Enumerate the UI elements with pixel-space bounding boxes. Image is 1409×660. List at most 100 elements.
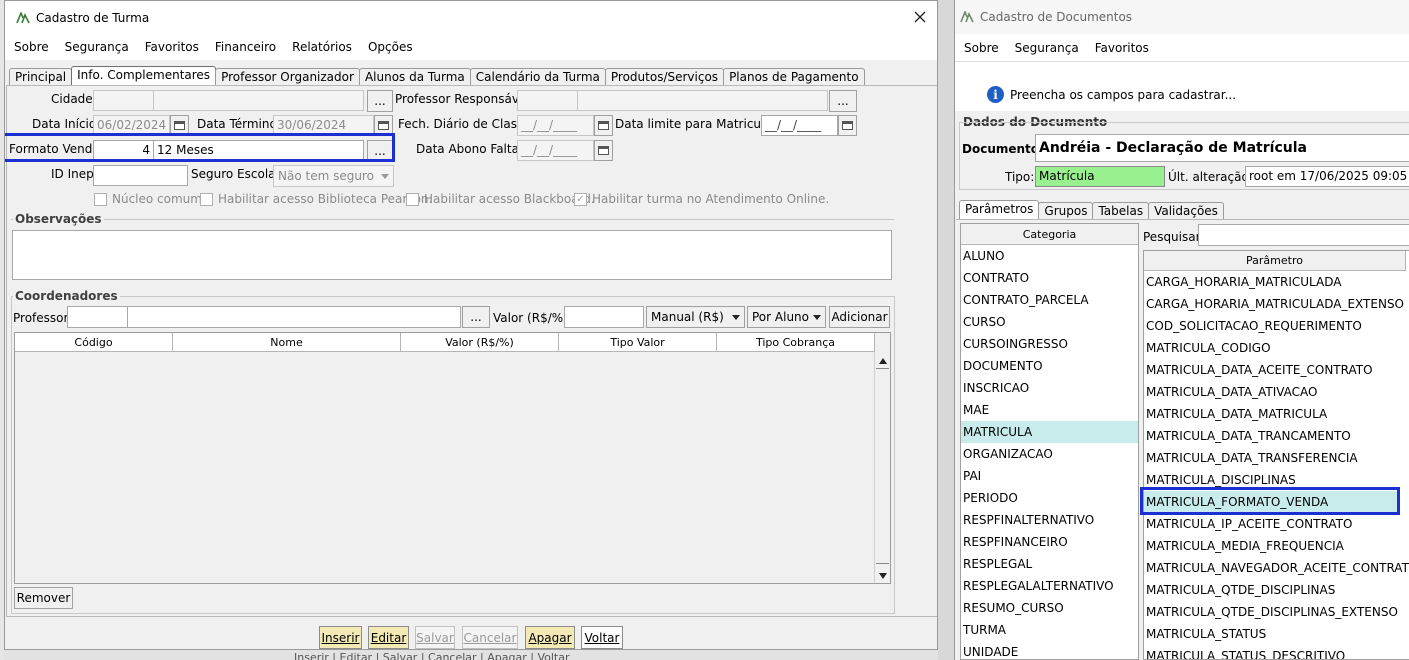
- list-item[interactable]: CURSO: [961, 311, 1138, 333]
- list-item[interactable]: ALUNO: [961, 245, 1138, 267]
- list-item[interactable]: MATRICULA_MEDIA_FREQUENCIA: [1144, 535, 1409, 557]
- list-item[interactable]: PAI: [961, 465, 1138, 487]
- cidade-lookup-button[interactable]: ...: [367, 90, 393, 112]
- editar-button[interactable]: Editar: [368, 626, 409, 649]
- salvar-button[interactable]: Salvar: [415, 626, 455, 649]
- list-item[interactable]: RESPLEGAL: [961, 553, 1138, 575]
- column-header-codigo[interactable]: Código: [15, 333, 173, 352]
- menu-opcoes[interactable]: Opções: [368, 40, 413, 54]
- menu-favoritos[interactable]: Favoritos: [145, 40, 199, 54]
- tab-parametros[interactable]: Parâmetros: [959, 200, 1040, 219]
- list-item[interactable]: MATRICULA_DATA_TRANSFERENCIA: [1144, 447, 1409, 469]
- blackboard-checkbox[interactable]: Habilitar acesso Blackboard.: [406, 192, 595, 206]
- professor-responsavel-name-field[interactable]: [577, 90, 828, 111]
- professor-responsavel-lookup-button[interactable]: ...: [829, 90, 857, 112]
- list-item[interactable]: RESPFINALTERNATIVO: [961, 509, 1138, 531]
- list-item[interactable]: MATRICULA_DATA_ATIVACAO: [1144, 381, 1409, 403]
- list-item[interactable]: RESPFINANCEIRO: [961, 531, 1138, 553]
- vertical-scrollbar[interactable]: [874, 352, 890, 583]
- coordenador-professor-code-field[interactable]: [67, 306, 128, 328]
- observacoes-textarea[interactable]: [12, 230, 892, 280]
- tab-professor-organizador[interactable]: Professor Organizador: [215, 68, 360, 85]
- column-header-tipo-valor[interactable]: Tipo Valor: [559, 333, 717, 352]
- list-item[interactable]: ORGANIZACAO: [961, 443, 1138, 465]
- list-item[interactable]: CURSOINGRESSO: [961, 333, 1138, 355]
- data-abono-calendar-button[interactable]: [594, 140, 613, 161]
- coordenador-professor-name-field[interactable]: [127, 306, 461, 328]
- list-item[interactable]: INSCRICAO: [961, 377, 1138, 399]
- list-item[interactable]: MATRICULA_STATUS: [1144, 623, 1409, 645]
- adicionar-button[interactable]: Adicionar: [829, 306, 890, 328]
- categoria-header[interactable]: Categoria: [961, 224, 1138, 245]
- menu-sobre[interactable]: Sobre: [14, 40, 49, 54]
- menu-sobre[interactable]: Sobre: [964, 41, 999, 55]
- list-item-selected[interactable]: MATRICULA: [961, 421, 1138, 443]
- tab-calendario-da-turma[interactable]: Calendário da Turma: [469, 68, 606, 85]
- data-limite-field[interactable]: __/__/____: [761, 115, 838, 136]
- list-item[interactable]: CONTRATO: [961, 267, 1138, 289]
- biblioteca-pearson-checkbox[interactable]: Habilitar acesso Biblioteca Pearson.: [200, 192, 432, 206]
- scroll-down-icon[interactable]: [879, 573, 887, 579]
- close-icon[interactable]: [909, 6, 931, 28]
- fech-diario-field[interactable]: __/__/____: [517, 115, 594, 136]
- data-limite-calendar-button[interactable]: [838, 115, 857, 136]
- inserir-button[interactable]: Inserir: [319, 626, 362, 649]
- list-item[interactable]: MATRICULA_DATA_ACEITE_CONTRATO: [1144, 359, 1409, 381]
- list-item[interactable]: CONTRATO_PARCELA: [961, 289, 1138, 311]
- voltar-button[interactable]: Voltar: [581, 626, 623, 649]
- tab-tabelas[interactable]: Tabelas: [1092, 202, 1150, 219]
- menu-favoritos[interactable]: Favoritos: [1095, 41, 1149, 55]
- list-item[interactable]: MATRICULA_DATA_TRANCAMENTO: [1144, 425, 1409, 447]
- fech-diario-calendar-button[interactable]: [594, 115, 613, 136]
- list-item[interactable]: COD_SOLICITACAO_REQUERIMENTO: [1144, 315, 1409, 337]
- professor-responsavel-code-field[interactable]: [517, 90, 578, 111]
- tab-planos-de-pagamento[interactable]: Planos de Pagamento: [723, 68, 865, 85]
- list-item[interactable]: MATRICULA_NAVEGADOR_ACEITE_CONTRATO: [1144, 557, 1409, 579]
- tab-grupos[interactable]: Grupos: [1038, 202, 1094, 219]
- scroll-up-icon[interactable]: [879, 358, 887, 364]
- list-item[interactable]: CARGA_HORARIA_MATRICULADA_EXTENSO: [1144, 293, 1409, 315]
- list-item[interactable]: MATRICULA_STATUS_DESCRITIVO: [1144, 645, 1409, 659]
- list-item[interactable]: TURMA: [961, 619, 1138, 641]
- tipo-field[interactable]: Matrícula: [1035, 166, 1165, 187]
- tab-validacoes[interactable]: Validações: [1148, 202, 1224, 219]
- coordenador-professor-lookup-button[interactable]: ...: [462, 306, 490, 328]
- list-item[interactable]: DOCUMENTO: [961, 355, 1138, 377]
- remover-button[interactable]: Remover: [14, 587, 73, 609]
- parametro-header[interactable]: Parâmetro: [1144, 251, 1406, 271]
- menu-seguranca[interactable]: Segurança: [65, 40, 129, 54]
- cidade-name-field[interactable]: [153, 90, 364, 111]
- tipo-cobranca-select[interactable]: Por Aluno: [747, 306, 826, 328]
- tab-info-complementares[interactable]: Info. Complementares: [71, 66, 217, 85]
- coordenadores-grid[interactable]: Código Nome Valor (R$/%) Tipo Valor Tipo…: [14, 332, 891, 584]
- menu-seguranca[interactable]: Segurança: [1015, 41, 1079, 55]
- nucleo-comum-checkbox[interactable]: Núcleo comum.: [94, 192, 206, 206]
- list-item[interactable]: MATRICULA_CODIGO: [1144, 337, 1409, 359]
- tipo-valor-select[interactable]: Manual (R$): [646, 306, 745, 328]
- tab-principal[interactable]: Principal: [9, 68, 73, 85]
- list-item[interactable]: MATRICULA_DATA_MATRICULA: [1144, 403, 1409, 425]
- list-item[interactable]: MATRICULA_IP_ACEITE_CONTRATO: [1144, 513, 1409, 535]
- documento-field[interactable]: Andréia - Declaração de Matrícula: [1035, 134, 1409, 162]
- tab-alunos-da-turma[interactable]: Alunos da Turma: [358, 68, 471, 85]
- pesquisar-input[interactable]: [1198, 224, 1409, 246]
- list-item[interactable]: RESPLEGALALTERNATIVO: [961, 575, 1138, 597]
- list-item[interactable]: MATRICULA_QTDE_DISCIPLINAS: [1144, 579, 1409, 601]
- apagar-button[interactable]: Apagar: [525, 626, 575, 649]
- list-item[interactable]: CARGA_HORARIA_MATRICULADA: [1144, 271, 1409, 293]
- menu-financeiro[interactable]: Financeiro: [215, 40, 276, 54]
- column-header-valor[interactable]: Valor (R$/%): [401, 333, 559, 352]
- atendimento-online-checkbox[interactable]: ✓ Habilitar turma no Atendimento Online.: [574, 192, 829, 206]
- list-item[interactable]: MAE: [961, 399, 1138, 421]
- data-abono-field[interactable]: __/__/____: [517, 140, 594, 161]
- menu-relatorios[interactable]: Relatórios: [292, 40, 352, 54]
- valor-field[interactable]: [564, 306, 644, 328]
- list-item[interactable]: UNIDADE: [961, 641, 1138, 659]
- seguro-escolar-select[interactable]: Não tem seguro: [273, 165, 394, 187]
- list-item[interactable]: RESUMO_CURSO: [961, 597, 1138, 619]
- column-header-nome[interactable]: Nome: [173, 333, 401, 352]
- ult-alteracao-field[interactable]: root em 17/06/2025 09:05: [1245, 166, 1409, 187]
- tab-produtos-servicos[interactable]: Produtos/Serviços: [604, 68, 725, 85]
- categoria-list[interactable]: Categoria ALUNO CONTRATO CONTRATO_PARCEL…: [960, 223, 1139, 660]
- list-item[interactable]: MATRICULA_QTDE_DISCIPLINAS_EXTENSO: [1144, 601, 1409, 623]
